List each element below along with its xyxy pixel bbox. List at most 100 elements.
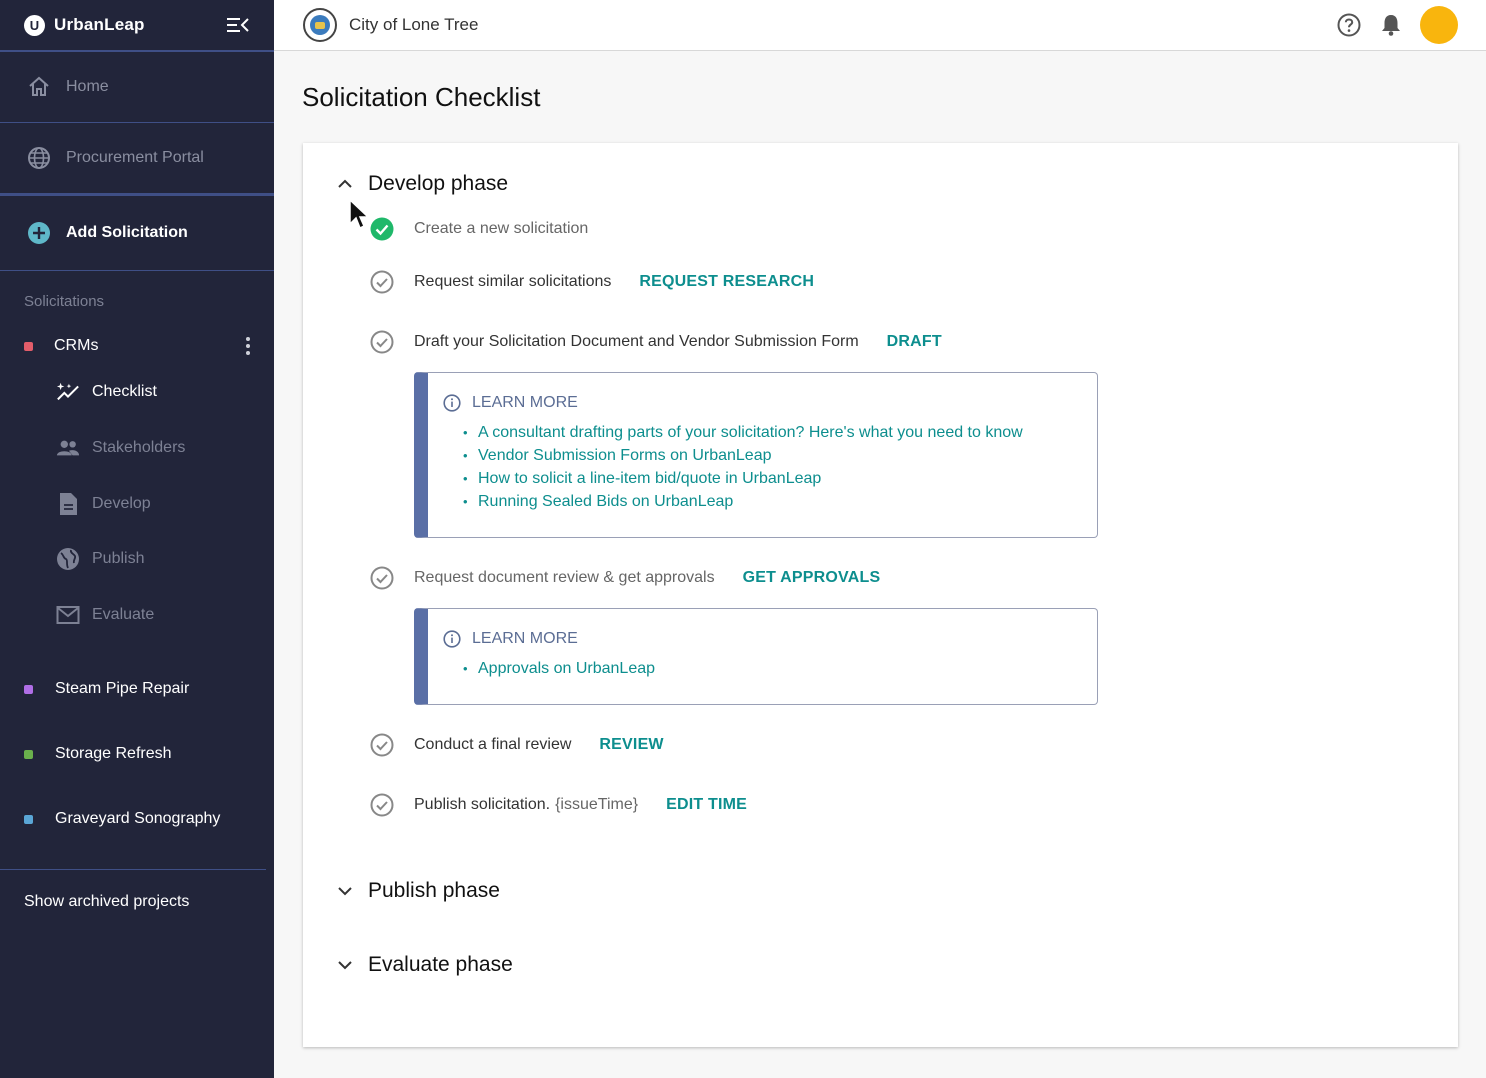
task-label: Draft your Solicitation Document and Ven… bbox=[414, 333, 859, 350]
check-circle-outline-icon[interactable] bbox=[369, 329, 395, 355]
public-globe-icon bbox=[56, 547, 80, 571]
subnav-checklist[interactable]: Checklist bbox=[56, 380, 157, 404]
urbanleap-logo-icon: U bbox=[24, 14, 45, 36]
learn-more-link[interactable]: How to solicit a line-item bid/quote in … bbox=[463, 467, 1097, 490]
nav-procurement-portal[interactable]: Procurement Portal bbox=[0, 123, 274, 194]
project-crms[interactable]: CRMs bbox=[0, 334, 274, 358]
chevron-down-icon bbox=[335, 881, 355, 901]
check-circle-outline-icon[interactable] bbox=[369, 732, 395, 758]
edit-time-button[interactable]: EDIT TIME bbox=[666, 796, 747, 814]
more-vert-icon[interactable] bbox=[246, 337, 250, 355]
learn-more-link[interactable]: A consultant drafting parts of your soli… bbox=[463, 421, 1097, 444]
sidebar: U UrbanLeap Home Procurement Portal Add … bbox=[0, 0, 274, 1078]
nav-home-label: Home bbox=[66, 78, 109, 95]
learn-more-box-draft: LEARN MORE A consultant drafting parts o… bbox=[414, 372, 1098, 538]
publish-phase-header[interactable]: Publish phase bbox=[335, 879, 500, 903]
help-circle-icon bbox=[1337, 13, 1361, 37]
top-bar: City of Lone Tree bbox=[274, 0, 1486, 51]
nav-home[interactable]: Home bbox=[0, 52, 274, 123]
checklist-card: Develop phase Create a new solicitation … bbox=[303, 143, 1458, 1047]
task-publish-solicitation: Publish solicitation. {issueTime} EDIT T… bbox=[369, 792, 747, 818]
brand-name: UrbanLeap bbox=[54, 15, 145, 34]
develop-phase-header[interactable]: Develop phase bbox=[335, 172, 508, 196]
add-solicitation-button[interactable]: Add Solicitation bbox=[0, 194, 274, 271]
info-icon bbox=[442, 393, 462, 413]
task-label: Create a new solicitation bbox=[414, 220, 589, 237]
add-solicitation-label: Add Solicitation bbox=[66, 224, 188, 241]
check-circle-filled-icon[interactable] bbox=[369, 216, 395, 242]
publish-phase-title: Publish phase bbox=[368, 879, 500, 902]
get-approvals-button[interactable]: GET APPROVALS bbox=[743, 569, 881, 587]
draft-button[interactable]: DRAFT bbox=[887, 333, 942, 351]
menu-collapse-icon bbox=[227, 18, 249, 32]
learn-more-links: Approvals on UrbanLeap bbox=[463, 657, 1097, 680]
learn-more-link[interactable]: Running Sealed Bids on UrbanLeap bbox=[463, 490, 1097, 513]
mouse-pointer-icon bbox=[348, 198, 370, 237]
task-final-review: Conduct a final review REVIEW bbox=[369, 732, 664, 758]
subnav-publish-label: Publish bbox=[92, 550, 145, 567]
learn-more-link[interactable]: Approvals on UrbanLeap bbox=[463, 657, 1097, 680]
top-bar-actions bbox=[1320, 6, 1458, 44]
subnav-evaluate-label: Evaluate bbox=[92, 606, 155, 623]
project-name: Graveyard Sonography bbox=[55, 810, 221, 827]
info-icon bbox=[442, 629, 462, 649]
document-icon bbox=[56, 492, 80, 516]
learn-more-links: A consultant drafting parts of your soli… bbox=[463, 421, 1097, 513]
task-request-similar: Request similar solicitations REQUEST RE… bbox=[369, 269, 814, 295]
project-graveyard-sonography[interactable]: Graveyard Sonography bbox=[0, 807, 274, 831]
organization-name: City of Lone Tree bbox=[349, 15, 479, 34]
home-icon bbox=[26, 74, 52, 100]
project-color-dot bbox=[24, 749, 33, 759]
request-research-button[interactable]: REQUEST RESEARCH bbox=[639, 273, 814, 291]
check-circle-outline-icon[interactable] bbox=[369, 792, 395, 818]
page-title: Solicitation Checklist bbox=[302, 82, 541, 112]
add-circle-icon bbox=[26, 220, 52, 246]
project-name: CRMs bbox=[54, 337, 99, 354]
learn-more-title: LEARN MORE bbox=[472, 630, 578, 647]
user-avatar[interactable] bbox=[1420, 6, 1458, 44]
check-circle-outline-icon[interactable] bbox=[369, 565, 395, 591]
task-review-approvals: Request document review & get approvals … bbox=[369, 565, 880, 591]
evaluate-phase-header[interactable]: Evaluate phase bbox=[335, 953, 513, 977]
project-color-dot bbox=[24, 341, 33, 351]
subnav-develop[interactable]: Develop bbox=[56, 492, 151, 516]
task-draft-document: Draft your Solicitation Document and Ven… bbox=[369, 329, 942, 355]
task-label: Request document review & get approvals bbox=[414, 569, 715, 586]
subnav-checklist-label: Checklist bbox=[92, 383, 157, 400]
project-color-dot bbox=[24, 814, 33, 824]
notifications-button[interactable] bbox=[1378, 12, 1404, 38]
evaluate-phase-title: Evaluate phase bbox=[368, 953, 513, 976]
project-color-dot bbox=[24, 684, 33, 694]
subnav-stakeholders[interactable]: Stakeholders bbox=[56, 436, 185, 460]
learn-more-header: LEARN MORE bbox=[442, 393, 1097, 413]
project-name: Steam Pipe Repair bbox=[55, 680, 190, 697]
subnav-evaluate[interactable]: Evaluate bbox=[56, 603, 154, 627]
task-label: Conduct a final review bbox=[414, 736, 572, 753]
project-steam-pipe-repair[interactable]: Steam Pipe Repair bbox=[0, 677, 274, 701]
subnav-publish[interactable]: Publish bbox=[56, 547, 144, 571]
subnav-stakeholders-label: Stakeholders bbox=[92, 439, 186, 456]
mail-icon bbox=[56, 603, 80, 627]
task-label: Request similar solicitations bbox=[414, 273, 612, 290]
show-archived-projects-link[interactable]: Show archived projects bbox=[24, 893, 189, 911]
nav-procurement-label: Procurement Portal bbox=[66, 149, 204, 166]
globe-icon bbox=[26, 145, 52, 171]
learn-more-link[interactable]: Vendor Submission Forms on UrbanLeap bbox=[463, 444, 1097, 467]
check-circle-outline-icon[interactable] bbox=[369, 269, 395, 295]
review-button[interactable]: REVIEW bbox=[599, 736, 663, 754]
learn-more-header: LEARN MORE bbox=[442, 629, 1097, 649]
collapse-menu-button[interactable] bbox=[226, 15, 250, 35]
brand-header: U UrbanLeap bbox=[0, 0, 274, 52]
chevron-up-icon bbox=[335, 174, 355, 194]
sidebar-divider bbox=[0, 869, 266, 870]
project-storage-refresh[interactable]: Storage Refresh bbox=[0, 742, 274, 766]
task-label: Publish solicitation. bbox=[414, 796, 551, 813]
issue-time-placeholder: {issueTime} bbox=[555, 796, 639, 813]
help-button[interactable] bbox=[1336, 12, 1362, 38]
city-seal-logo bbox=[303, 8, 337, 42]
develop-phase-title: Develop phase bbox=[368, 172, 509, 195]
task-create-solicitation: Create a new solicitation bbox=[369, 216, 588, 242]
chevron-down-icon bbox=[335, 955, 355, 975]
subnav-develop-label: Develop bbox=[92, 495, 151, 512]
bell-icon bbox=[1382, 15, 1400, 36]
